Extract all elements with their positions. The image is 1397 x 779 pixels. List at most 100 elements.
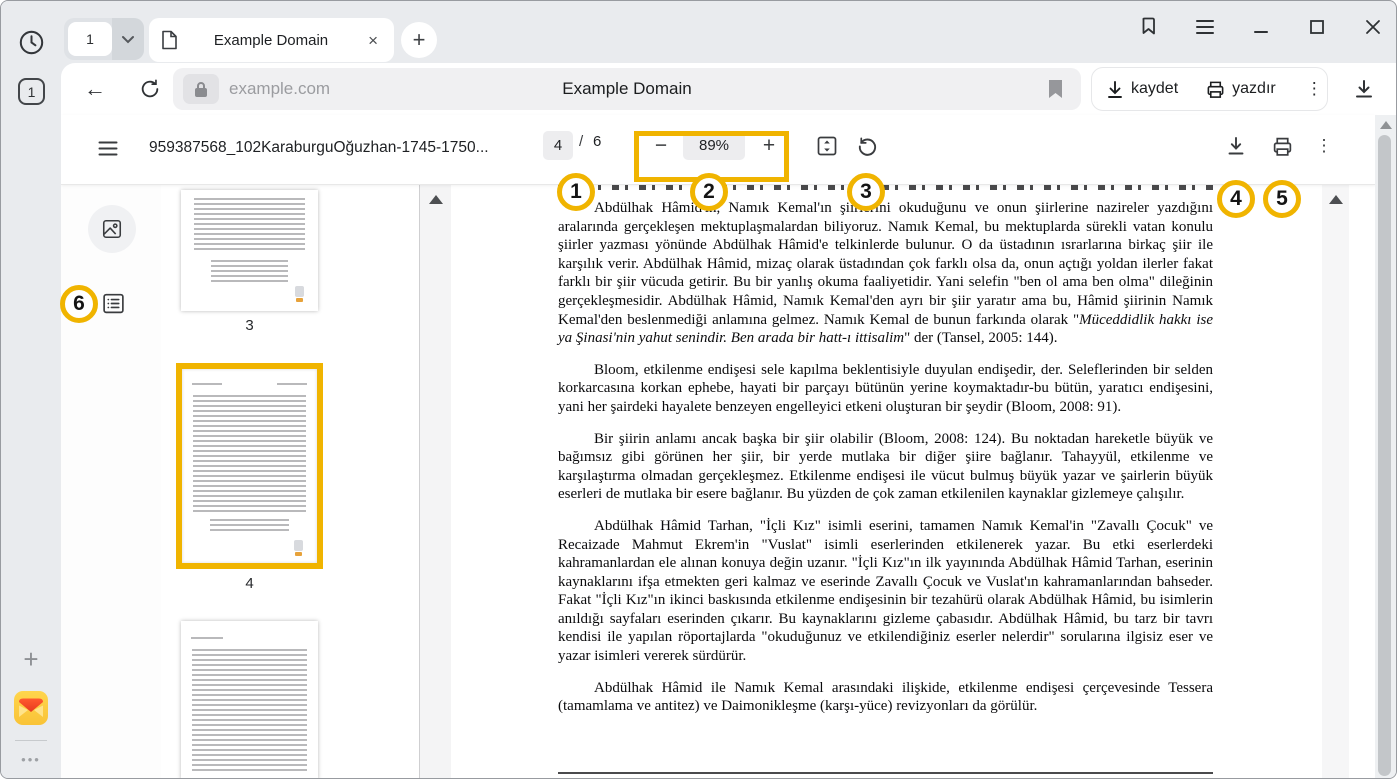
list-icon: [101, 291, 126, 316]
sidebar-add-button[interactable]: +: [1, 645, 61, 673]
scroll-up-arrow[interactable]: [429, 195, 443, 204]
thumbnail-logo: [295, 286, 304, 297]
zoom-out-button[interactable]: −: [646, 131, 676, 161]
app-sidebar: 1 +: [1, 1, 61, 779]
pdf-sidebar-iconstrip: [61, 185, 161, 779]
annotation-badge-4: 4: [1217, 180, 1255, 218]
thumbnail-text: [192, 649, 307, 774]
image-icon: [101, 218, 123, 240]
tab-bar: 1 Example Domain × +: [61, 1, 1396, 63]
tab-title: Example Domain: [188, 32, 354, 49]
window-minimize-button[interactable]: [1248, 19, 1274, 35]
document-text: Abdülhak Hâmid'in, Namık Kemal'ın şiirle…: [558, 199, 1213, 729]
pdf-more-menu-button[interactable]: ⋮: [1311, 131, 1337, 161]
window-close-button[interactable]: [1360, 19, 1386, 35]
clipped-text-line: [558, 185, 1213, 190]
browser-scrollbar[interactable]: [1375, 115, 1396, 779]
thumbnail-active-highlight: [176, 363, 323, 569]
site-security-chip[interactable]: [183, 74, 219, 104]
footnote-rule: [558, 772, 1213, 774]
thumbnail-page-4[interactable]: [182, 369, 317, 563]
workspace-number: 1: [28, 84, 36, 100]
zoom-in-button[interactable]: +: [754, 131, 784, 161]
thumbnails-view-button[interactable]: [88, 205, 136, 253]
print-page-button[interactable]: yazdır: [1192, 68, 1290, 110]
page-actions: kaydet yazdır ⋮: [1091, 67, 1328, 111]
annotation-badge-1: 1: [557, 173, 595, 211]
thumbnail-text: [192, 383, 222, 387]
mail-app-button[interactable]: [13, 690, 49, 726]
paragraph-4: Abdülhak Hâmid Tarhan, "İçli Kız" isimli…: [558, 517, 1213, 666]
tab-close-button[interactable]: ×: [364, 30, 382, 51]
pdf-body: 3 4: [61, 185, 1376, 779]
scrollbar-thumb[interactable]: [1378, 135, 1391, 776]
address-bar[interactable]: example.com Example Domain: [173, 68, 1081, 110]
pdf-page-total: 6: [593, 133, 601, 150]
lock-icon: [194, 81, 208, 98]
save-label: kaydet: [1131, 80, 1178, 98]
paragraph-5: Abdülhak Hâmid ile Namık Kemal arasındak…: [558, 679, 1213, 716]
tab-group-chip[interactable]: 1: [64, 18, 144, 60]
ellipsis-icon: •••: [21, 752, 41, 767]
browser-toolbar: ← example.com Example Domain: [61, 63, 1396, 115]
thumbnail-logo: [294, 540, 303, 551]
pdf-sidebar-toggle-button[interactable]: [93, 133, 123, 163]
thumbnail-text: [194, 198, 305, 253]
scroll-up-arrow[interactable]: [1329, 195, 1343, 204]
zoom-level[interactable]: 89%: [683, 131, 745, 160]
workspace-tab-button[interactable]: 1: [18, 78, 45, 105]
clock-icon: [18, 29, 45, 56]
page-separator: /: [579, 133, 583, 150]
back-button[interactable]: ←: [81, 75, 109, 103]
pdf-toolbar: 959387568_102KaraburguOğuzhan-1745-1750.…: [61, 115, 1376, 185]
paragraph-2: Bloom, etkilenme endişesi sele kapılma b…: [558, 361, 1213, 417]
browser-window: 1 +: [0, 0, 1397, 779]
collections-flag-button[interactable]: [1136, 16, 1162, 38]
rotate-button[interactable]: [853, 132, 881, 160]
print-label: yazdır: [1232, 80, 1276, 98]
scroll-up-arrow[interactable]: [1380, 121, 1392, 129]
thumbnail-text: [211, 260, 288, 282]
annotation-badge-2: 2: [690, 173, 728, 211]
download-icon: [1106, 80, 1124, 99]
paragraph-3: Bir şiirin anlamı ancak başka bir şiir o…: [558, 430, 1213, 504]
pdf-page: Abdülhak Hâmid'in, Namık Kemal'ın şiirle…: [451, 185, 1348, 779]
sidebar-divider: [15, 740, 47, 741]
new-tab-button[interactable]: +: [401, 22, 437, 58]
pdf-filename: 959387568_102KaraburguOğuzhan-1745-1750.…: [149, 135, 489, 161]
tab-group-count: 1: [68, 22, 112, 56]
browser-tab[interactable]: Example Domain ×: [149, 18, 394, 62]
thumbnail-page-3[interactable]: [181, 190, 318, 311]
thumbnail-text: [193, 395, 306, 513]
save-page-button[interactable]: kaydet: [1092, 68, 1192, 110]
downloads-button[interactable]: [1349, 74, 1379, 104]
pdf-viewer: 959387568_102KaraburguOğuzhan-1745-1750.…: [61, 115, 1376, 779]
history-button[interactable]: [1, 27, 61, 57]
thumbnail-label-active: 4: [181, 575, 318, 592]
thumbnail-text: [277, 383, 307, 387]
page-actions-menu-button[interactable]: ⋮: [1290, 79, 1339, 99]
paragraph-1: Abdülhak Hâmid'in, Namık Kemal'ın şiirle…: [558, 199, 1213, 348]
annotation-badge-6: 6: [60, 285, 98, 323]
window-maximize-button[interactable]: [1304, 19, 1330, 35]
pdf-content-scrollbar[interactable]: [1322, 185, 1349, 779]
browser-menu-button[interactable]: [1192, 19, 1218, 35]
chevron-down-icon: [121, 35, 135, 44]
thumbnail-scrollbar[interactable]: [420, 185, 451, 779]
fit-to-page-button[interactable]: [813, 132, 841, 160]
plus-icon: +: [413, 27, 426, 53]
pdf-download-button[interactable]: [1221, 131, 1251, 161]
thumbnail-text: [210, 519, 289, 533]
url-text: example.com: [229, 79, 330, 99]
thumbnail-page-5[interactable]: [181, 621, 318, 779]
mail-icon: [13, 690, 49, 726]
bookmark-icon[interactable]: [1048, 79, 1063, 99]
tab-group-expand[interactable]: [112, 18, 144, 60]
page-file-icon: [161, 30, 178, 50]
reload-button[interactable]: [137, 76, 163, 102]
pdf-page-input[interactable]: 4: [543, 131, 573, 160]
outline-view-button[interactable]: [99, 289, 127, 317]
sidebar-more-button[interactable]: •••: [1, 749, 61, 769]
thumbnail-text: [191, 637, 223, 641]
pdf-print-button[interactable]: [1267, 131, 1297, 161]
